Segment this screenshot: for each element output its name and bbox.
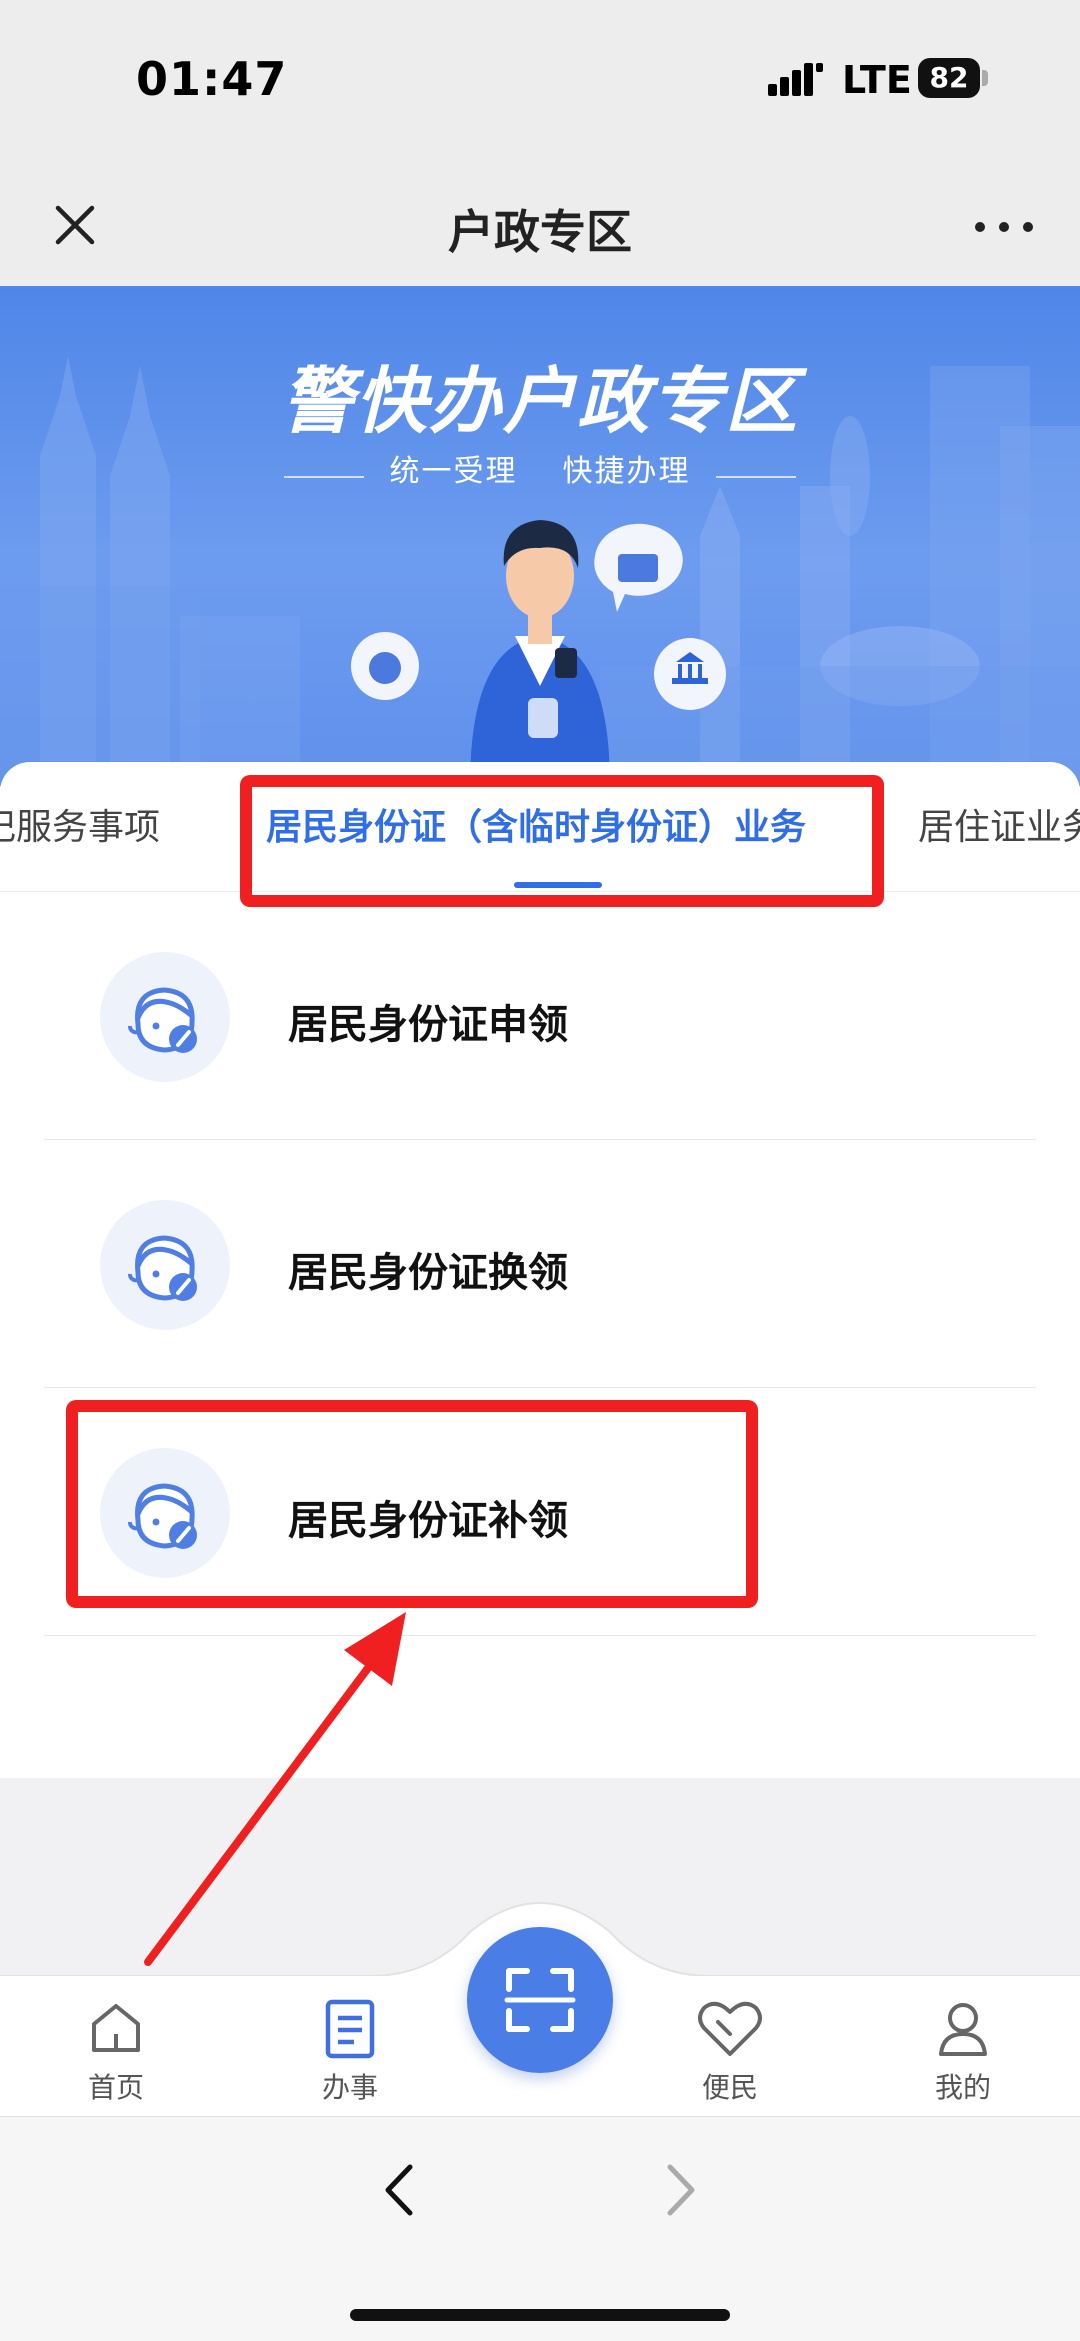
scan-icon [504,1968,576,2032]
home-indicator [350,2309,730,2321]
tabbar-mine[interactable]: 我的 [893,1996,1033,2106]
home-icon [92,2004,140,2052]
tabbar-label-home: 首页 [87,2071,144,2104]
tabbar-label-mine: 我的 [934,2071,991,2104]
scan-button[interactable] [467,1927,613,2073]
user-icon [939,2003,987,2056]
document-icon [325,1999,375,2059]
tabbar-label-work: 办事 [321,2071,378,2104]
browser-nav-bar [0,2116,1080,2341]
back-arrow-icon[interactable] [370,2155,430,2225]
tabbar-home[interactable]: 首页 [46,1996,186,2106]
forward-arrow-icon[interactable] [650,2155,710,2225]
tabbar-work[interactable]: 办事 [280,1996,420,2106]
heart-icon [698,2001,762,2056]
tabbar-label-convenience: 便民 [701,2071,758,2104]
tabbar-convenience[interactable]: 便民 [660,1996,800,2106]
